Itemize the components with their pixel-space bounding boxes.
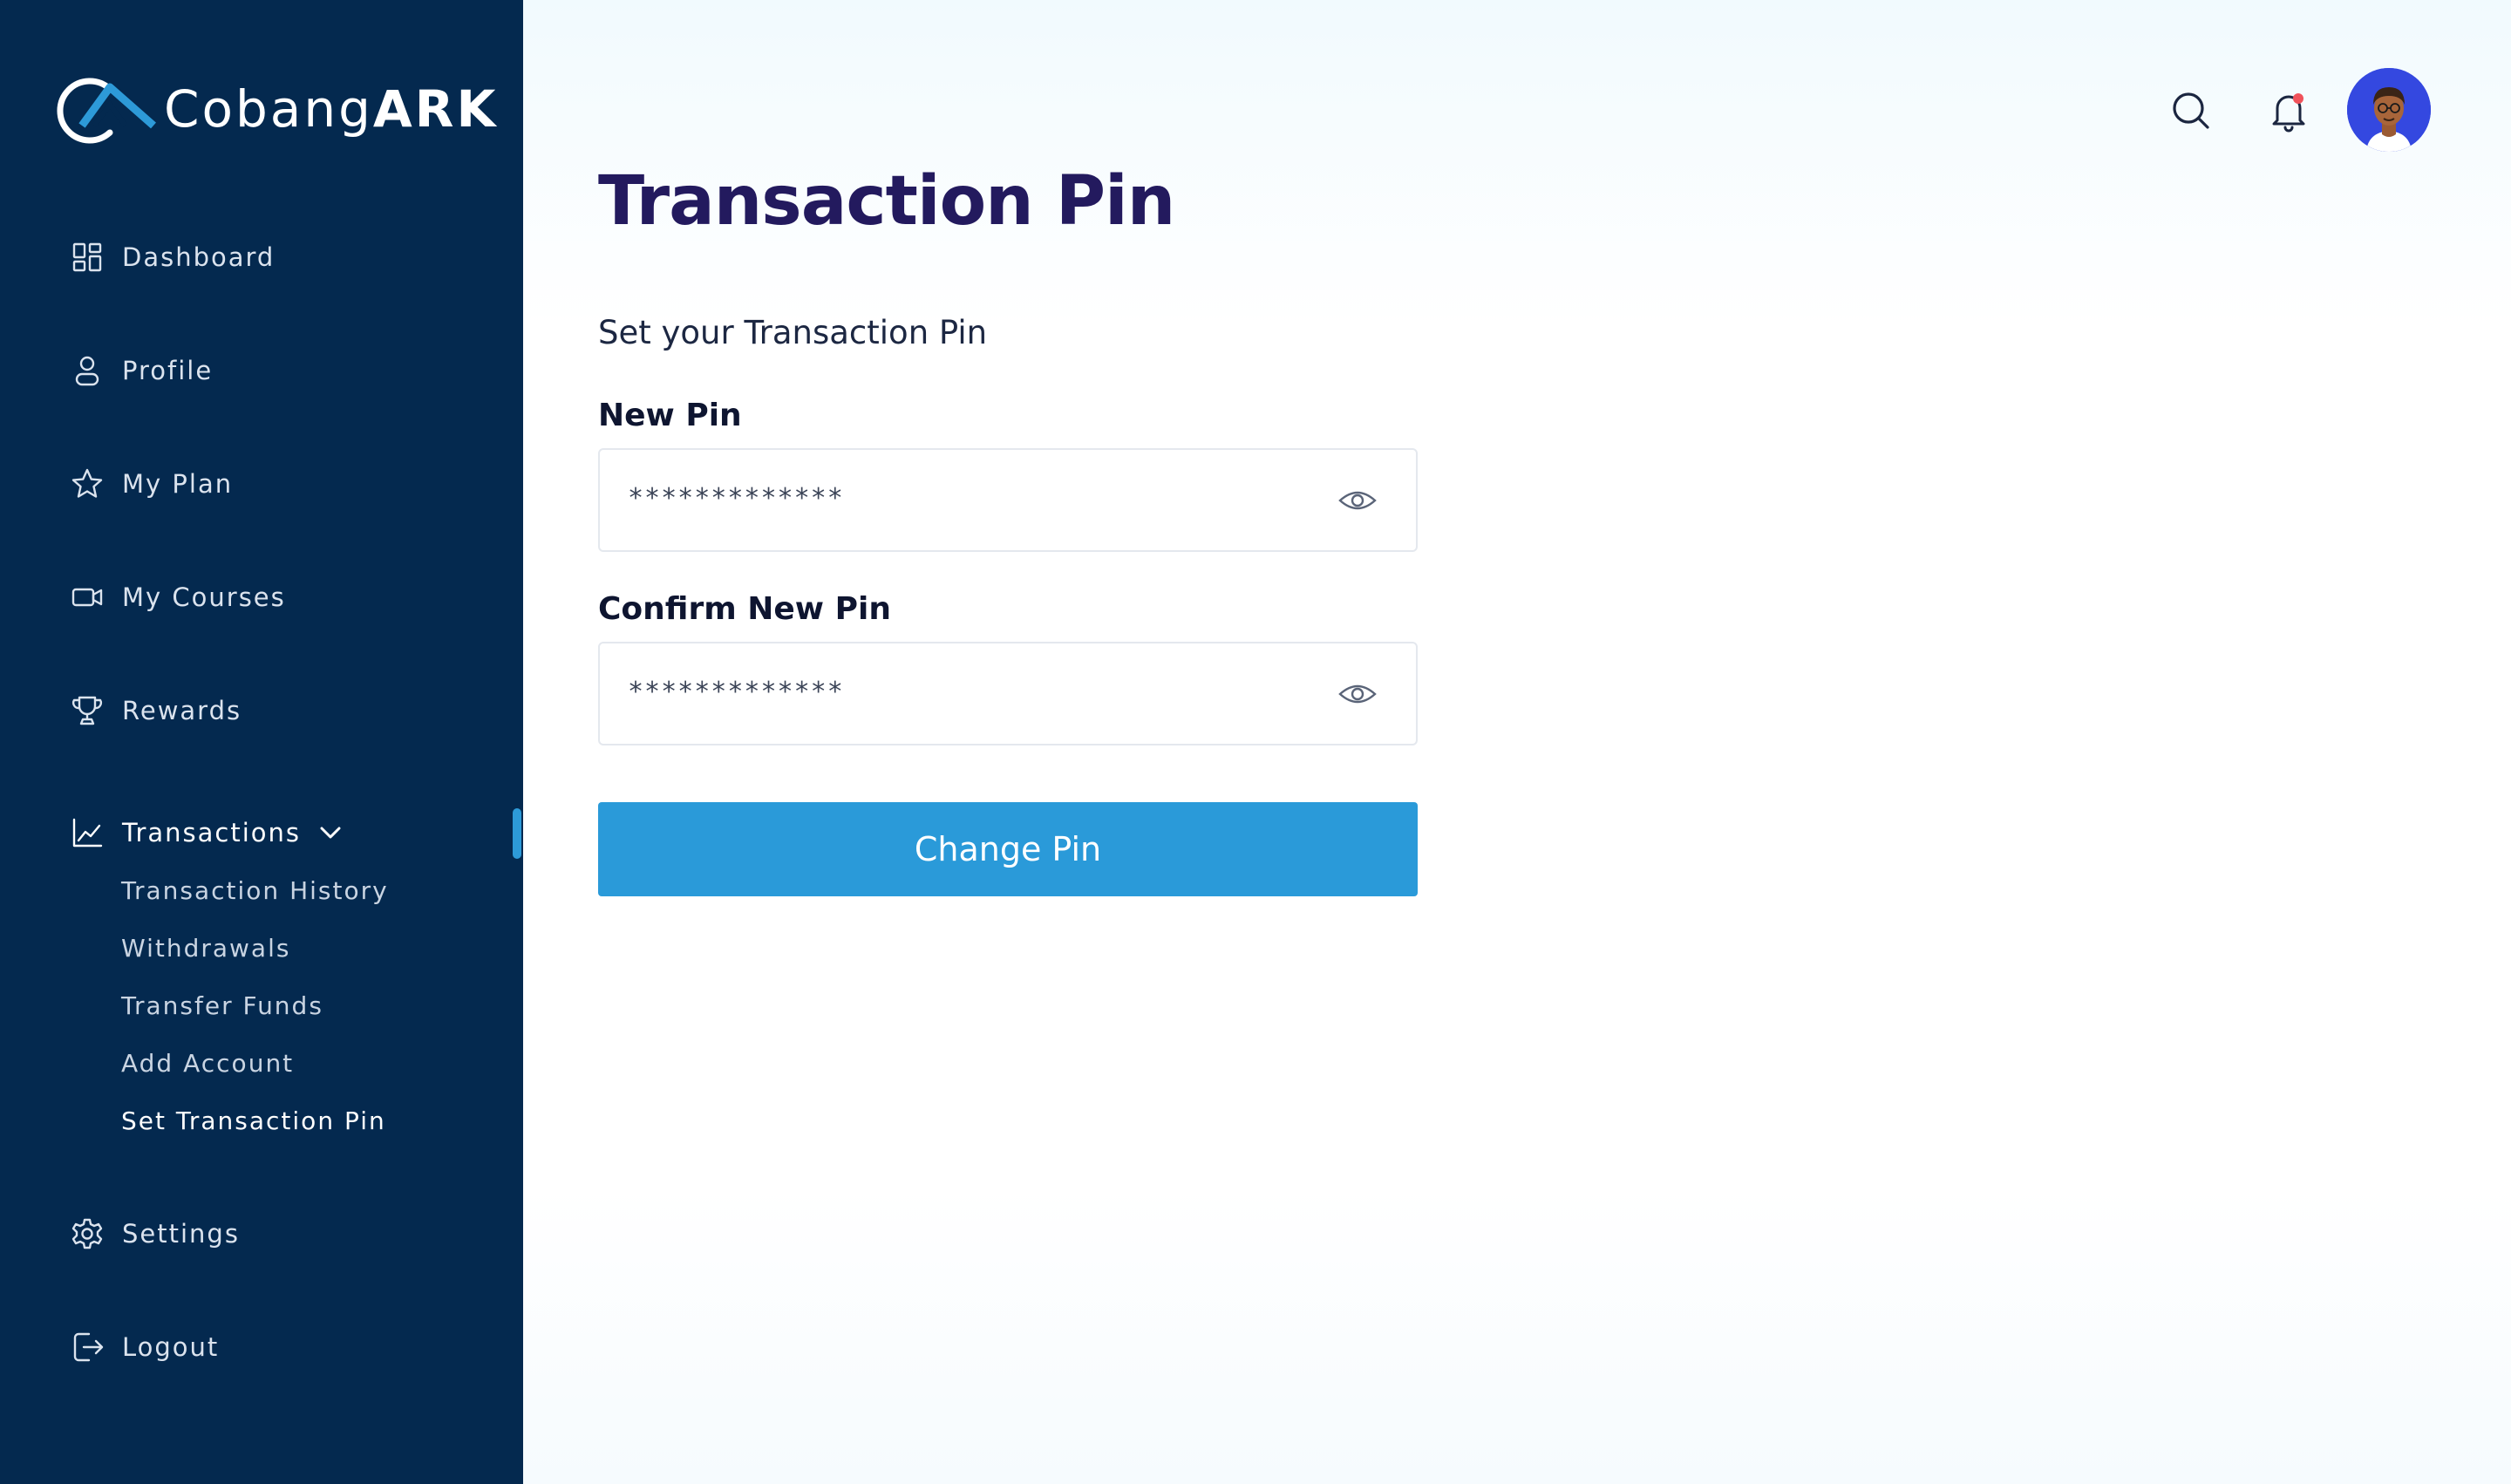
sidebar-item-label: Settings bbox=[122, 1219, 240, 1249]
sidebar-item-transactions[interactable]: Transactions bbox=[70, 807, 344, 859]
logout-icon bbox=[70, 1330, 105, 1365]
brand-name: CobangARK bbox=[164, 79, 499, 139]
active-indicator bbox=[513, 808, 521, 859]
sidebar-subitem-add-account[interactable]: Add Account bbox=[121, 1049, 294, 1078]
sidebar-item-label: My Plan bbox=[122, 469, 234, 499]
sidebar-subitem-transfer-funds[interactable]: Transfer Funds bbox=[121, 991, 323, 1020]
avatar[interactable] bbox=[2347, 68, 2431, 152]
change-pin-button-label: Change Pin bbox=[914, 830, 1102, 868]
sidebar-item-label: Profile bbox=[122, 356, 214, 385]
logo-mark-icon bbox=[57, 78, 156, 144]
new-pin-label: New Pin bbox=[598, 398, 742, 433]
video-icon bbox=[70, 580, 105, 615]
page-subtitle: Set your Transaction Pin bbox=[598, 314, 988, 351]
sidebar-subitem-withdrawals[interactable]: Withdrawals bbox=[121, 934, 290, 963]
sidebar-item-rewards[interactable]: Rewards bbox=[70, 684, 242, 737]
sidebar-item-settings[interactable]: Settings bbox=[70, 1208, 240, 1260]
change-pin-button[interactable]: Change Pin bbox=[598, 802, 1418, 896]
sidebar-item-dashboard[interactable]: Dashboard bbox=[70, 231, 275, 283]
user-avatar-icon bbox=[2347, 68, 2431, 152]
page-title: Transaction Pin bbox=[598, 162, 1175, 241]
confirm-pin-label: Confirm New Pin bbox=[598, 591, 891, 627]
chart-line-icon bbox=[70, 815, 105, 850]
new-pin-value: ************* bbox=[628, 483, 844, 514]
chevron-down-icon bbox=[320, 827, 341, 839]
sidebar-item-my-plan[interactable]: My Plan bbox=[70, 458, 233, 510]
sidebar-item-profile[interactable]: Profile bbox=[70, 344, 213, 397]
eye-icon[interactable] bbox=[1337, 483, 1378, 518]
sidebar-item-label: Logout bbox=[122, 1332, 220, 1362]
search-icon[interactable] bbox=[2167, 87, 2215, 134]
confirm-pin-field[interactable]: ************* bbox=[598, 642, 1418, 745]
sidebar-subitem-set-transaction-pin[interactable]: Set Transaction Pin bbox=[121, 1106, 386, 1135]
dashboard-grid-icon bbox=[70, 240, 105, 275]
user-icon bbox=[70, 353, 105, 388]
new-pin-field[interactable]: ************* bbox=[598, 448, 1418, 552]
star-icon bbox=[70, 466, 105, 501]
trophy-icon bbox=[70, 693, 105, 728]
brand-logo[interactable]: CobangARK bbox=[56, 70, 498, 148]
sidebar-item-my-courses[interactable]: My Courses bbox=[70, 571, 286, 623]
gear-icon bbox=[70, 1216, 105, 1251]
sidebar-item-label: My Courses bbox=[122, 582, 286, 612]
eye-icon[interactable] bbox=[1337, 677, 1378, 711]
main-content: Transaction Pin Set your Transaction Pin… bbox=[523, 0, 2511, 1484]
sidebar-item-label: Transactions bbox=[122, 818, 302, 848]
bell-icon[interactable] bbox=[2265, 87, 2312, 134]
sidebar: CobangARK Dashboard Profile My Plan My C… bbox=[0, 0, 523, 1484]
sidebar-item-label: Dashboard bbox=[122, 242, 276, 272]
sidebar-subitem-transaction-history[interactable]: Transaction History bbox=[121, 876, 389, 905]
sidebar-item-logout[interactable]: Logout bbox=[70, 1321, 219, 1373]
sidebar-item-label: Rewards bbox=[122, 696, 242, 725]
confirm-pin-value: ************* bbox=[628, 677, 844, 707]
